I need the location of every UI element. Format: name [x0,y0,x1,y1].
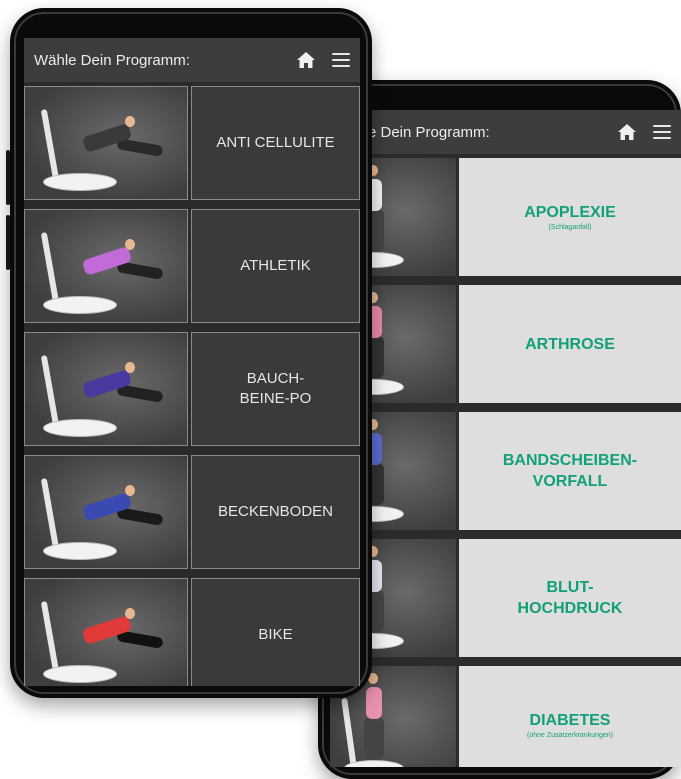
program-label[interactable]: DIABETES (ohne Zusatzerkrankungen) [459,666,681,767]
program-label[interactable]: BIKE [191,578,360,686]
person-legs [364,717,384,759]
program-label[interactable]: ATHLETIK [191,209,360,323]
program-sublabel: (ohne Zusatzerkrankungen) [527,731,613,739]
machine-column [341,697,357,767]
program-sublabel: (Schlaganfall) [548,223,592,231]
vibration-plate [43,173,117,191]
program-row[interactable]: BECKENBODEN [24,455,360,569]
person-head [125,362,135,373]
machine-column [40,355,60,427]
program-label-line: BEINE-PO [239,390,312,407]
program-label-line: VORFALL [532,473,608,490]
program-label-line: HOCHDRUCK [517,600,623,617]
vibration-plate [43,419,117,437]
vibration-plate [43,542,117,560]
program-row[interactable]: APOPLEXIE (Schlaganfall) [330,158,681,276]
program-row[interactable]: ARTHROSE [330,285,681,403]
program-label[interactable]: APOPLEXIE (Schlaganfall) [459,158,681,276]
person-head [125,239,135,250]
vibration-plate [43,665,117,683]
program-label[interactable]: ANTI CELLULITE [191,86,360,200]
machine-column [40,478,60,550]
program-thumbnail [24,578,188,686]
person-head [125,485,135,496]
program-label[interactable]: BLUT- HOCHDRUCK [459,539,681,657]
machine-column [40,109,60,181]
program-label[interactable]: BANDSCHEIBEN- VORFALL [459,412,681,530]
program-list: APOPLEXIE (Schlaganfall) ARTHROSE BANDSCHEI… [330,154,681,767]
phone-left-screen: Wähle Dein Programm: ANTI CELLULITE ATHLE… [24,38,360,686]
program-thumbnail [24,332,188,446]
program-label-line: BIKE [258,626,293,643]
phone-right: e Dein Programm: APOPLEXIE (Schlaganfall)… [318,80,681,779]
program-row[interactable]: BAUCH- BEINE-PO [24,332,360,446]
machine-column [40,601,60,673]
vibration-plate [344,760,404,767]
program-row[interactable]: BIKE [24,578,360,686]
program-row[interactable]: BANDSCHEIBEN- VORFALL [330,412,681,530]
person-head [125,116,135,127]
home-icon[interactable] [296,51,316,69]
program-list: ANTI CELLULITE ATHLETIK BAUCH- BEINE-PO BECK… [24,82,360,686]
machine-column [40,232,60,304]
phone-left: Wähle Dein Programm: ANTI CELLULITE ATHLE… [10,8,372,698]
program-label-line: ARTHROSE [525,335,615,353]
program-row[interactable]: ATHLETIK [24,209,360,323]
program-label-line: BECKENBODEN [217,503,334,520]
hamburger-menu-icon[interactable] [332,53,350,67]
program-label-line: APOPLEXIE [524,203,616,221]
program-label-line: BLUT- [546,579,594,596]
person-figure [366,687,382,719]
program-thumbnail [24,209,188,323]
app-header-title: Wähle Dein Programm: [34,51,190,69]
person-head [125,608,135,619]
app-header: e Dein Programm: [330,110,681,154]
program-label[interactable]: BAUCH- BEINE-PO [191,332,360,446]
program-thumbnail [24,455,188,569]
program-thumbnail [24,86,188,200]
program-label[interactable]: ARTHROSE [459,285,681,403]
program-label-line: BANDSCHEIBEN- [502,452,638,469]
program-label-line: ATHLETIK [240,257,311,274]
home-icon[interactable] [617,123,637,141]
program-row[interactable]: DIABETES (ohne Zusatzerkrankungen) [330,666,681,767]
phone-right-screen: e Dein Programm: APOPLEXIE (Schlaganfall)… [330,110,681,767]
app-header-title: e Dein Programm: [368,123,490,141]
program-row[interactable]: ANTI CELLULITE [24,86,360,200]
program-label-line: DIABETES [529,711,611,729]
hamburger-menu-icon[interactable] [653,125,671,139]
program-row[interactable]: BLUT- HOCHDRUCK [330,539,681,657]
vibration-plate [43,296,117,314]
program-label-line: BAUCH- [246,370,305,387]
program-label[interactable]: BECKENBODEN [191,455,360,569]
program-label-line: ANTI CELLULITE [216,134,335,151]
app-header: Wähle Dein Programm: [24,38,360,82]
